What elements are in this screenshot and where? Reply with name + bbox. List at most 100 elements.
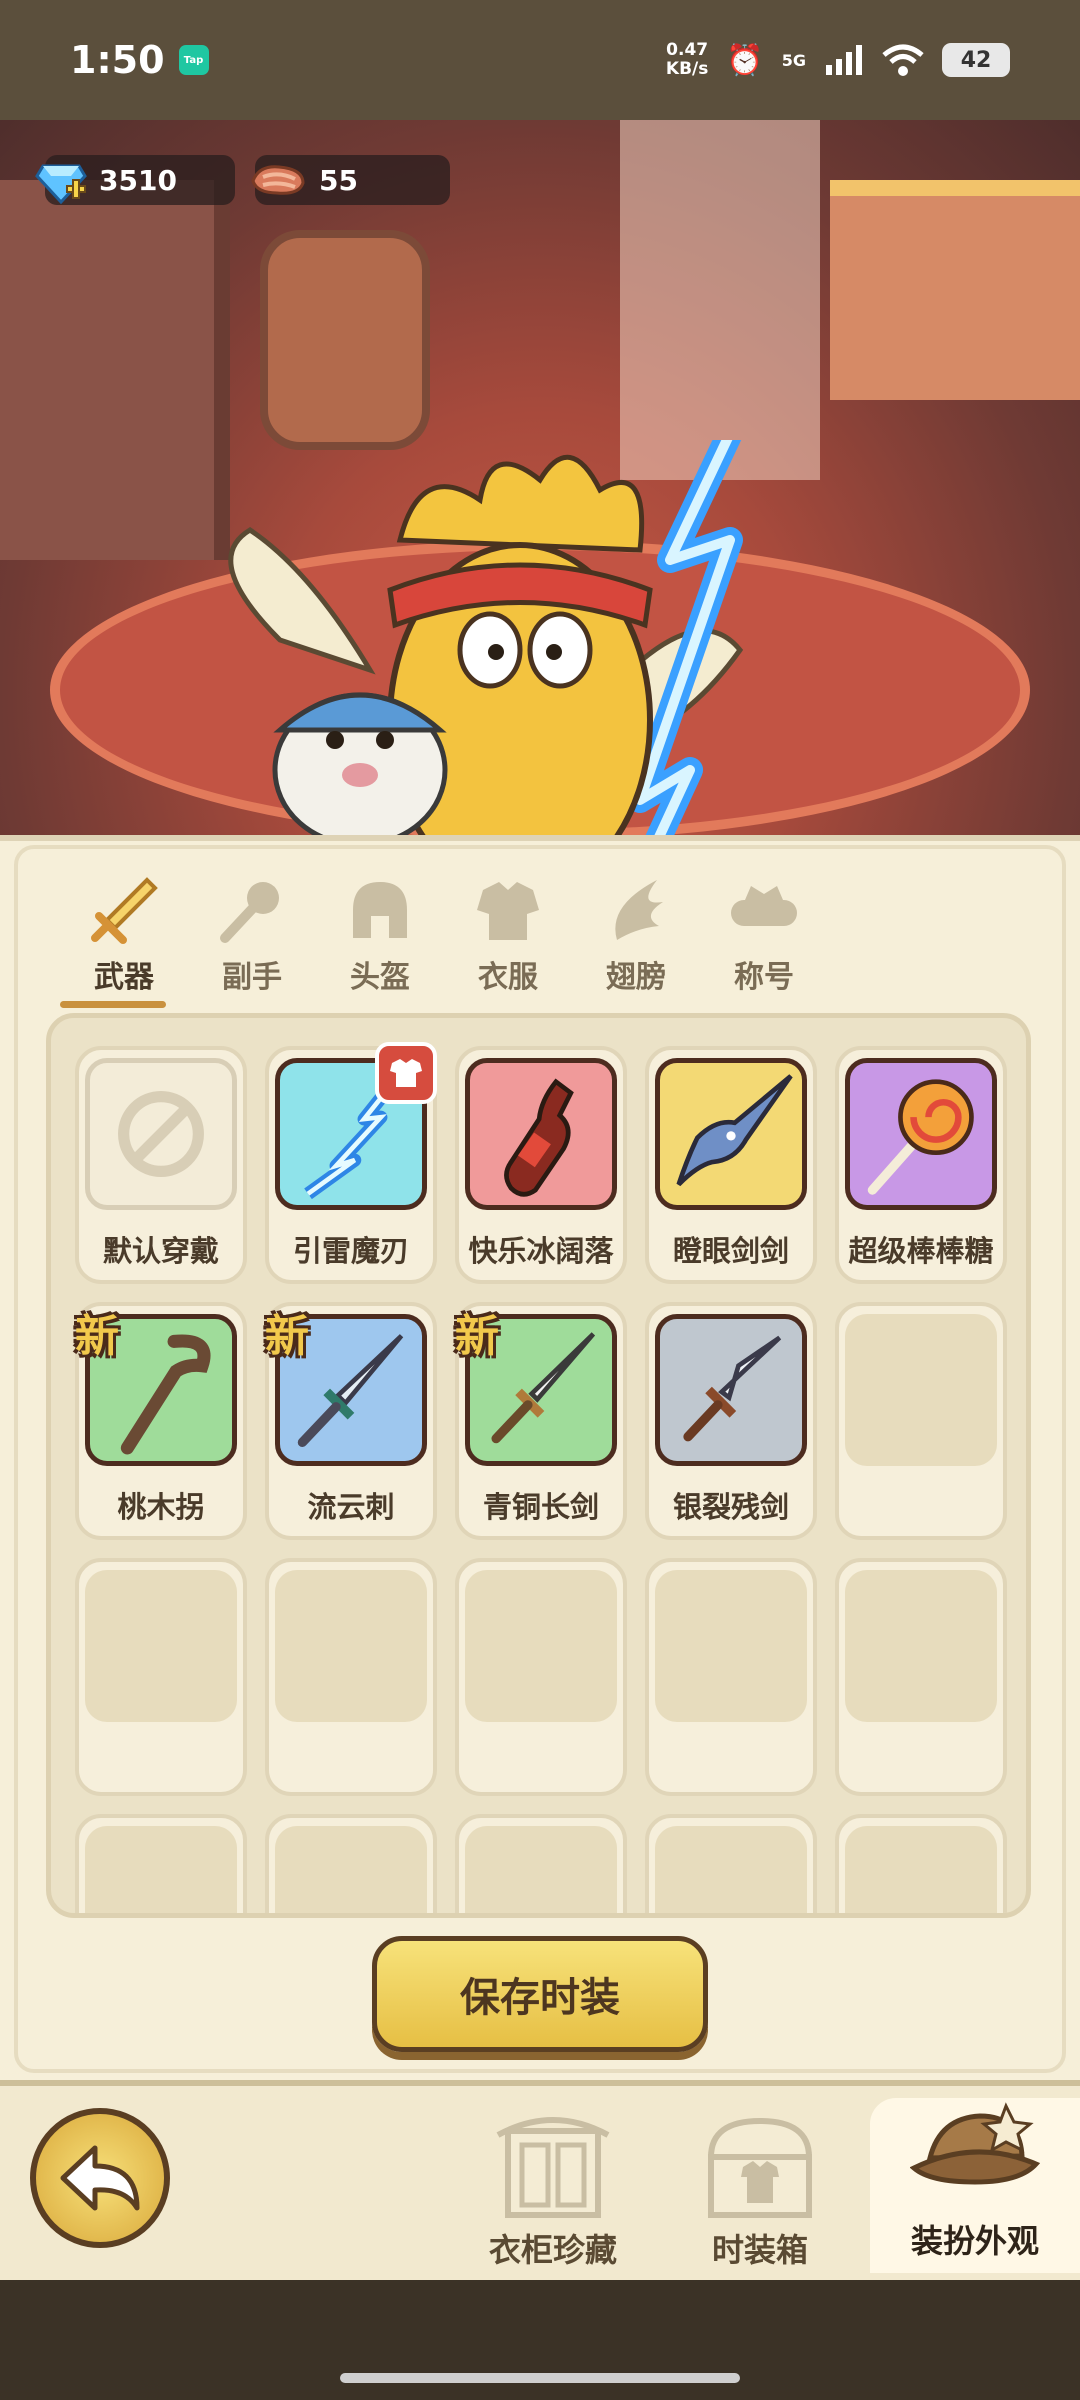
fashion-chest-icon: [707, 2117, 813, 2218]
save-outfit-button[interactable]: 保存时装: [372, 1936, 708, 2052]
status-bar: 1:50 Tap 0.47 KB/s ⏰ 5G 42: [0, 0, 1080, 120]
item-slot-swordfish[interactable]: 瞪眼剑剑: [645, 1046, 817, 1284]
armor-icon: [477, 882, 539, 940]
category-tabs: 武器 副手 头盔 衣服 翅膀 称号: [60, 876, 828, 1008]
scene-window: [620, 120, 820, 480]
gem-counter[interactable]: 3510: [35, 155, 235, 205]
nav-dress-up[interactable]: 装扮外观: [870, 2098, 1080, 2273]
tab-helmet[interactable]: 头盔: [316, 876, 444, 996]
item-slot-bronze-sword[interactable]: 新 青铜长剑: [455, 1302, 627, 1540]
item-slot-silver-broken-sword[interactable]: 银裂残剑: [645, 1302, 817, 1540]
back-arrow-icon: [60, 2145, 140, 2211]
new-badge: 新: [265, 1311, 309, 1362]
new-badge: 新: [75, 1311, 119, 1362]
empty-frame: [275, 1570, 427, 1722]
shirt-icon: [375, 1042, 437, 1104]
meat-counter[interactable]: 55: [251, 155, 450, 205]
empty-slot[interactable]: [835, 1814, 1007, 1913]
item-slot-cola[interactable]: 快乐冰阔落: [455, 1046, 627, 1284]
bottom-nav: 衣柜珍藏 时装箱 装扮外观: [0, 2080, 1080, 2280]
item-frame: [655, 1058, 807, 1210]
lightning-blade: [627, 440, 743, 835]
scene-barrel: [260, 230, 430, 450]
empty-slot[interactable]: [75, 1814, 247, 1913]
net-speed-value: 0.47: [666, 40, 709, 60]
broken-sword-icon: [683, 1335, 782, 1442]
item-name: 银裂残剑: [672, 1490, 789, 1524]
item-frame: [845, 1058, 997, 1210]
empty-slot[interactable]: [265, 1814, 437, 1913]
tab-label: 副手: [222, 960, 282, 995]
empty-frame: [275, 1826, 427, 1913]
new-badge: 新: [455, 1311, 499, 1362]
scene-counter: [830, 180, 1080, 400]
item-slot-peach-cane[interactable]: 新 桃木拐: [75, 1302, 247, 1540]
item-name: 瞪眼剑剑: [672, 1234, 789, 1268]
tab-weapon[interactable]: 武器: [60, 876, 188, 1008]
offhand-icon: [220, 882, 279, 943]
empty-slot[interactable]: [645, 1814, 817, 1913]
back-button[interactable]: [30, 2108, 170, 2248]
empty-slot[interactable]: [835, 1302, 1007, 1540]
empty-slot[interactable]: [75, 1558, 247, 1796]
item-slot-cloud-thorn[interactable]: 新 流云刺: [265, 1302, 437, 1540]
status-icons: 0.47 KB/s ⏰ 5G 42: [666, 41, 1010, 79]
item-grid: 默认穿戴 引雷魔刃 快乐冰阔落 瞪眼剑剑 超级棒棒糖 新 桃木拐 新 流云刺 新…: [75, 1042, 1007, 1913]
wifi-icon: [882, 44, 924, 76]
left-wing: [228, 527, 376, 675]
title-banner-icon: [731, 886, 797, 926]
net-speed-unit: KB/s: [665, 59, 709, 79]
item-slot-thunder-blade[interactable]: 引雷魔刃: [265, 1042, 437, 1284]
empty-slot[interactable]: [455, 1558, 627, 1796]
empty-frame: [845, 1314, 997, 1466]
tab-label: 翅膀: [606, 960, 666, 995]
nav-fashion-box[interactable]: 时装箱: [670, 2111, 850, 2281]
empty-slot[interactable]: [455, 1814, 627, 1913]
empty-frame: [465, 1826, 617, 1913]
empty-slot[interactable]: [265, 1558, 437, 1796]
item-name: 引雷魔刃: [292, 1234, 409, 1268]
character-scene: 3510 55: [0, 120, 1080, 835]
potato-character: [228, 440, 744, 835]
alarm-icon: ⏰: [726, 42, 764, 78]
home-indicator[interactable]: [340, 2373, 740, 2383]
tab-clothes[interactable]: 衣服: [444, 876, 572, 996]
tab-offhand[interactable]: 副手: [188, 876, 316, 996]
empty-frame: [85, 1826, 237, 1913]
empty-frame: [845, 1826, 997, 1913]
tab-title[interactable]: 称号: [700, 876, 828, 996]
tab-label: 头盔: [350, 960, 410, 995]
meat-icon: [251, 165, 305, 195]
meat-count: 55: [319, 163, 358, 197]
scene-shelf: [0, 180, 230, 560]
sword-icon: [91, 877, 158, 944]
empty-slot[interactable]: [835, 1558, 1007, 1796]
empty-frame: [85, 1570, 237, 1722]
signal-icon: [826, 45, 862, 75]
item-frame: [85, 1058, 237, 1210]
nav-wardrobe-collection[interactable]: 衣柜珍藏: [463, 2111, 643, 2281]
wardrobe-panel: 武器 副手 头盔 衣服 翅膀 称号 默认穿戴 引雷魔刃 快乐冰阔落 瞪眼剑剑 超…: [0, 835, 1080, 2080]
battery-indicator: 42: [942, 43, 1010, 77]
none-icon: [118, 1091, 204, 1177]
empty-slot[interactable]: [645, 1558, 817, 1796]
item-slot-lollipop[interactable]: 超级棒棒糖: [835, 1046, 1007, 1284]
cola-bottle-icon: [504, 1078, 574, 1197]
item-name: 超级棒棒糖: [848, 1234, 994, 1268]
tab-label: 衣服: [478, 960, 538, 995]
tab-wings[interactable]: 翅膀: [572, 876, 700, 996]
character-hair: [396, 454, 645, 553]
tab-label: 称号: [734, 960, 794, 995]
item-grid-container[interactable]: 默认穿戴 引雷魔刃 快乐冰阔落 瞪眼剑剑 超级棒棒糖 新 桃木拐 新 流云刺 新…: [46, 1013, 1031, 1918]
tab-label: 武器: [94, 960, 154, 995]
item-frame: [655, 1314, 807, 1466]
item-name: 快乐冰阔落: [468, 1234, 614, 1268]
swordfish-icon: [676, 1074, 793, 1187]
empty-frame: [655, 1570, 807, 1722]
item-frame: [465, 1058, 617, 1210]
item-slot-default[interactable]: 默认穿戴: [75, 1046, 247, 1284]
taptap-app-icon: Tap: [178, 45, 209, 75]
empty-frame: [845, 1570, 997, 1722]
item-name: 青铜长剑: [482, 1490, 599, 1524]
lollipop-icon: [867, 1079, 974, 1195]
